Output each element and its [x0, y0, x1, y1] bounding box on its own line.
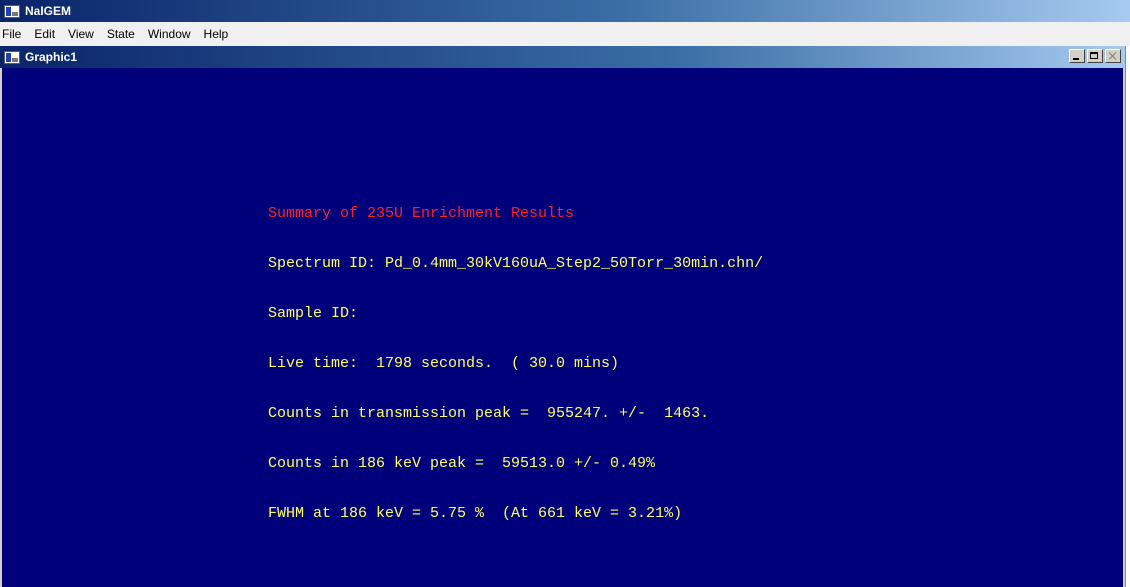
spectrum-id-line: Spectrum ID: Pd_0.4mm_30kV160uA_Step2_50… — [268, 255, 764, 272]
maximize-button[interactable] — [1087, 49, 1103, 63]
graphic1-titlebar[interactable]: Graphic1 — [0, 46, 1125, 68]
menu-view[interactable]: View — [62, 22, 101, 46]
menu-file[interactable]: File — [0, 22, 28, 46]
close-button[interactable] — [1105, 49, 1121, 63]
report-heading: Summary of 235U Enrichment Results — [268, 205, 575, 222]
menu-window[interactable]: Window — [142, 22, 198, 46]
menu-state[interactable]: State — [101, 22, 142, 46]
app-title: NaIGEM — [25, 4, 72, 18]
transmission-peak-line: Counts in transmission peak = 955247. +/… — [268, 405, 710, 422]
graphic-window-icon[interactable] — [4, 50, 20, 64]
graphic1-window: Graphic1 Summary of 235U Enrichment Resu… — [0, 46, 1125, 587]
minimize-button[interactable] — [1069, 49, 1085, 63]
window-controls — [1067, 49, 1121, 63]
graphic-display: Summary of 235U Enrichment Results Spect… — [2, 68, 1123, 587]
live-time-line: Live time: 1798 seconds. ( 30.0 mins) — [268, 355, 620, 372]
menu-help[interactable]: Help — [198, 22, 236, 46]
sample-id-line: Sample ID: — [268, 305, 359, 322]
fwhm-line: FWHM at 186 keV = 5.75 % (At 661 keV = 3… — [268, 505, 683, 522]
app-window-icon[interactable] — [4, 4, 20, 18]
app-titlebar: NaIGEM — [0, 0, 1130, 22]
menu-edit[interactable]: Edit — [28, 22, 62, 46]
graphic1-title: Graphic1 — [25, 50, 78, 64]
menu-bar: File Edit View State Window Help — [0, 22, 1130, 47]
window-right-edge — [1125, 46, 1130, 587]
peak-186-line: Counts in 186 keV peak = 59513.0 +/- 0.4… — [268, 455, 656, 472]
